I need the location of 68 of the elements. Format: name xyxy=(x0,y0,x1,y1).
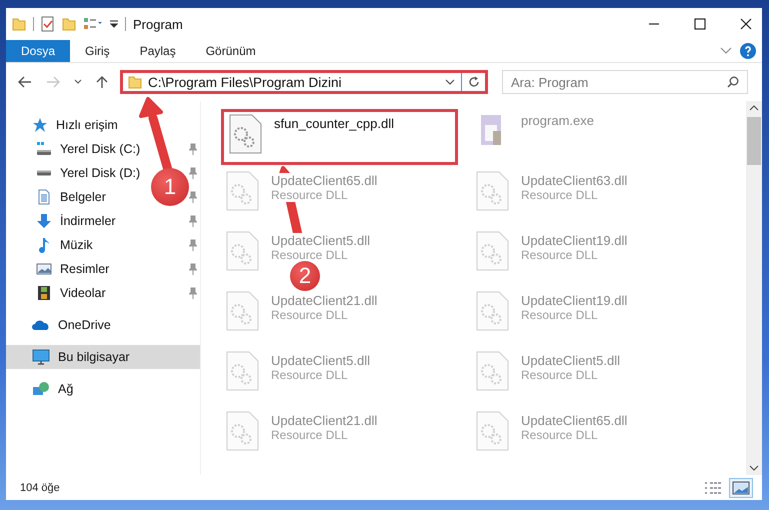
sidebar-item[interactable]: Resimler xyxy=(60,262,110,276)
address-bar[interactable]: C:\Program Files\Program Dizini xyxy=(120,70,488,94)
ribbon-tab[interactable]: Görünüm xyxy=(190,40,271,62)
refresh-icon[interactable] xyxy=(468,76,480,88)
pin-icon[interactable] xyxy=(189,263,197,275)
sidebar-item[interactable]: Videolar xyxy=(60,286,106,300)
film-icon xyxy=(36,285,52,301)
back-icon[interactable] xyxy=(18,76,32,88)
gear-file-icon xyxy=(475,231,509,271)
gear-file-icon xyxy=(225,171,259,211)
properties-icon[interactable] xyxy=(41,16,55,32)
help-icon[interactable] xyxy=(740,43,756,59)
window-title: Program xyxy=(133,16,183,32)
gear-file-icon xyxy=(228,114,262,154)
scroll-up-icon[interactable] xyxy=(749,105,759,111)
sidebar-item[interactable]: OneDrive xyxy=(58,318,111,332)
scrollbar-thumb[interactable] xyxy=(747,117,761,165)
sidebar-item[interactable]: Yerel Disk (D:) xyxy=(60,166,140,180)
gear-file-icon xyxy=(475,411,509,451)
monitor-icon xyxy=(32,349,50,365)
sidebar-item[interactable]: Hızlı erişim xyxy=(56,118,118,132)
gear-file-icon xyxy=(475,351,509,391)
search-field[interactable]: Ara: Program xyxy=(502,70,748,94)
pin-icon[interactable] xyxy=(189,191,197,203)
ribbon-tab[interactable]: Paylaş xyxy=(124,40,191,62)
large-icons-view-icon[interactable] xyxy=(730,478,752,496)
sidebar-item[interactable]: Belgeler xyxy=(60,190,106,204)
scrollbar[interactable] xyxy=(746,101,762,475)
document-icon xyxy=(36,189,52,205)
gear-file-icon xyxy=(475,291,509,331)
address-path: C:\Program Files\Program Dizini xyxy=(148,74,343,90)
maximize-icon[interactable] xyxy=(694,18,706,30)
gear-file-icon xyxy=(225,231,259,271)
pin-icon[interactable] xyxy=(189,167,197,179)
sidebar-item[interactable]: Müzik xyxy=(60,238,93,252)
gear-file-icon xyxy=(475,171,509,211)
sidebar-item[interactable]: Yerel Disk (C:) xyxy=(60,142,140,156)
gear-file-icon xyxy=(225,351,259,391)
close-icon[interactable] xyxy=(740,18,752,30)
ribbon-tab[interactable]: Dosya xyxy=(6,40,70,62)
ribbon-tab[interactable]: Giriş xyxy=(70,40,125,62)
star-icon xyxy=(32,117,48,133)
up-icon[interactable] xyxy=(96,75,108,89)
gear-file-icon xyxy=(225,411,259,451)
recent-icon[interactable] xyxy=(74,79,82,85)
item-count: 104 öğe xyxy=(20,482,60,494)
caret-icon[interactable] xyxy=(110,19,118,29)
cloud-icon xyxy=(32,319,50,331)
gear-file-icon xyxy=(225,291,259,331)
scroll-down-icon[interactable] xyxy=(749,465,759,471)
drive-icon xyxy=(36,141,52,157)
sidebar-item[interactable]: Bu bilgisayar xyxy=(58,350,130,364)
picture-icon xyxy=(36,261,52,277)
download-icon xyxy=(36,213,52,229)
search-icon xyxy=(727,76,739,88)
pin-icon[interactable] xyxy=(189,287,197,299)
pin-icon[interactable] xyxy=(189,239,197,251)
pin-icon[interactable] xyxy=(189,143,197,155)
folder-icon xyxy=(128,75,142,89)
chevron-icon[interactable] xyxy=(720,47,732,55)
pin-icon[interactable] xyxy=(189,215,197,227)
network-icon xyxy=(32,381,50,397)
sidebar-item[interactable]: İndirmeler xyxy=(60,214,116,228)
view-icon[interactable] xyxy=(83,17,103,31)
file-name[interactable]: sfun_counter_cpp.dll xyxy=(274,116,394,131)
dropdown-icon[interactable] xyxy=(445,79,455,85)
sidebar-item[interactable]: Ağ xyxy=(58,382,74,396)
drive-icon xyxy=(36,170,52,176)
